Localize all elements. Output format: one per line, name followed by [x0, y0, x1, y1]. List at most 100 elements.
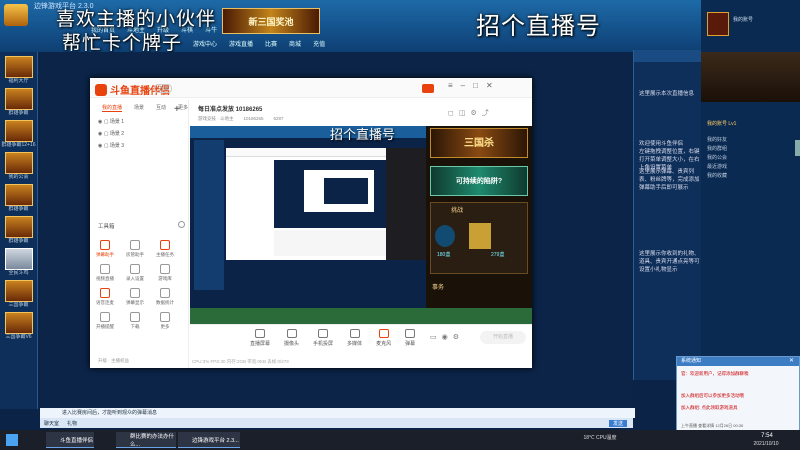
settings-icon[interactable]: ⚙ [470, 110, 481, 117]
tool-button[interactable]: 主播任务 [152, 238, 178, 260]
tool-button[interactable]: 录入设置 [122, 262, 148, 284]
camera-icon[interactable]: ▭ [430, 334, 442, 341]
gift-tab[interactable]: 礼物 [67, 420, 77, 427]
secondary-nav[interactable]: 游戏中心 游戏直播 比赛 商城 充值 [190, 38, 328, 49]
secondary-nav-item[interactable]: 游戏中心 [190, 38, 220, 49]
chat-bar[interactable]: 聊天室 礼物 发送 [40, 418, 633, 428]
tool-label: 主播任务 [156, 252, 174, 257]
app-tab[interactable]: 互动 [156, 104, 166, 112]
close-icon[interactable]: ✕ [486, 81, 501, 90]
promo-art[interactable] [701, 52, 800, 102]
cart-icon[interactable]: ◫ [459, 110, 471, 117]
account-menu-item[interactable]: 我的好友 [707, 136, 727, 145]
tool-icon [100, 288, 110, 298]
left-game-item[interactable]: 三国争霸V6 [0, 312, 37, 340]
overlay-caption-1: 喜欢主播的小伙伴 [56, 9, 217, 30]
room-actions[interactable]: ◻◫⚙⤴ [448, 108, 494, 118]
left-game-item[interactable]: 群雄争霸12+16 [0, 120, 37, 148]
scene-item[interactable]: ◉ ▢ 场景 2 [98, 130, 124, 137]
left-game-label: 群雄争霸 [8, 238, 29, 244]
tool-button[interactable]: 下载 [122, 310, 148, 332]
tool-label: 语音连麦 [96, 300, 114, 305]
gift-icon[interactable]: ◻ [448, 110, 459, 117]
stream-preview[interactable]: 招个直播号 三国杀 可持续的陷阱? 挑战 180盏 279盏 事务 [190, 126, 532, 324]
left-game-item[interactable]: 福利大厅 [0, 56, 37, 84]
source-button[interactable]: 摄像头 [284, 329, 299, 347]
record-icon[interactable]: ◉ [442, 334, 453, 341]
account-menu-item[interactable]: 我的收藏 [707, 172, 727, 181]
chat-tab[interactable]: 聊天室 [44, 420, 59, 427]
game-icon [5, 120, 33, 142]
tool-button[interactable]: 房管助手 [122, 238, 148, 260]
secondary-nav-item[interactable]: 比赛 [262, 38, 280, 49]
source-label: 麦克风 [376, 341, 392, 347]
notice-line-3[interactable]: 加入群组: 点此领取游戏道具 [681, 405, 797, 411]
clock-date: 2021/10/10 [753, 441, 779, 447]
avatar[interactable] [707, 12, 729, 36]
secondary-nav-item[interactable]: 充值 [310, 38, 328, 49]
app-tab[interactable]: 场景 [134, 104, 144, 112]
minimize-icon[interactable]: – [461, 81, 473, 90]
left-game-label: 群雄争霸 [8, 110, 29, 116]
game-icon [5, 88, 33, 110]
start-stream-button[interactable]: 开始直播 [480, 331, 526, 344]
maximize-icon[interactable]: □ [473, 81, 486, 90]
tool-button[interactable]: 视频直播 [92, 262, 118, 284]
source-button[interactable]: 手机投屏 [313, 329, 333, 347]
scrollbar[interactable] [795, 140, 800, 156]
room-meta-item: 6297 [273, 116, 284, 121]
left-game-item[interactable]: 群雄争霸 [0, 184, 37, 212]
tool-button[interactable]: 弹幕显示 [122, 286, 148, 308]
left-game-item[interactable]: 全民斗鸡 [0, 248, 37, 276]
scene-item[interactable]: ◉ ▢ 场景 3 [98, 142, 124, 149]
game-icon [5, 216, 33, 238]
taskbar-item-streaming[interactable]: 斗鱼直播伴侣 [46, 432, 94, 448]
source-extra-icons[interactable]: ▭◉⚙ [430, 333, 464, 341]
share-icon[interactable]: ⤴ [482, 110, 494, 117]
taskbar-item-browser[interactable]: 群比赛的办法办什么... [116, 432, 176, 448]
streaming-app-window[interactable]: 斗鱼直播伴侣 主播 ≡–□✕ 我的直播 场景 互动 更多 + 工具箱 弹幕助手 房管助手… [90, 78, 532, 368]
promo-banner[interactable]: 新三国奖池 [222, 8, 320, 34]
source-toolbar: 直播屏幕 摄像头 手机投屏 多媒体 麦克风 弹幕 ▭◉⚙ 开始直播 CPU:3% FPS:… [190, 324, 532, 368]
left-game-item[interactable]: 我的公会 [0, 152, 37, 180]
secondary-nav-item[interactable]: 商城 [286, 38, 304, 49]
battle-label: 挑战 [451, 208, 464, 214]
notice-close-icon[interactable]: ✕ [789, 357, 794, 364]
notice-line-2[interactable]: 加入群组后可以参加更多活动哦 [681, 393, 797, 399]
tool-button[interactable]: 数据统计 [152, 286, 178, 308]
account-menu-item[interactable]: 我的公会 [707, 154, 727, 163]
user-chip[interactable]: 主播 [154, 84, 173, 93]
send-button[interactable]: 发送 [608, 419, 627, 427]
source-button[interactable]: 多媒体 [347, 329, 362, 347]
tool-button[interactable]: 语音连麦 [92, 286, 118, 308]
left-game-item[interactable]: 三国争霸 [0, 280, 37, 308]
toolbox-settings-icon[interactable] [178, 221, 185, 228]
nested-preview [274, 160, 386, 228]
tool-button[interactable]: 弹幕助手 [92, 238, 118, 260]
source-button[interactable]: 直播屏幕 [250, 329, 270, 347]
app-tab[interactable]: 我的直播 [102, 104, 123, 112]
tool-button[interactable]: 开播提醒 [92, 310, 118, 332]
tool-button[interactable]: 游戏库 [152, 262, 178, 284]
avatar[interactable] [422, 84, 434, 93]
system-notice[interactable]: 系统通知 ✕ 官：欢迎新用户，记得添加群聊噢 加入群组后可以参加更多活动哦 加入… [676, 356, 800, 432]
taskbar-item-platform[interactable]: 边锋游戏平台 2.3... [178, 432, 240, 448]
windows-start-icon[interactable] [6, 434, 18, 446]
gear-icon[interactable]: ⚙ [453, 334, 464, 341]
account-menu-item[interactable]: 我的群组 [707, 145, 727, 154]
tool-label: 开播提醒 [96, 324, 114, 329]
left-game-item[interactable]: 群雄争霸 [0, 88, 37, 116]
secondary-nav-item[interactable]: 游戏直播 [226, 38, 256, 49]
game-label2: 事务 [432, 285, 445, 291]
add-scene-icon[interactable]: + [174, 104, 180, 115]
menu-icon[interactable]: ≡ [448, 81, 461, 90]
scene-item[interactable]: ◉ ▢ 场景 1 [98, 118, 124, 125]
source-button[interactable]: 麦克风 [376, 329, 391, 347]
room-meta: 游戏竞技 · 斗地主 10186265 6297 [198, 116, 284, 122]
source-button[interactable]: 弹幕 [405, 329, 415, 347]
left-game-label: 三国争霸 [8, 302, 29, 308]
account-menu-item[interactable]: 最近游戏 [707, 163, 727, 172]
left-game-item[interactable]: 群雄争霸 [0, 216, 37, 244]
window-controls[interactable]: ≡–□✕ [448, 81, 501, 90]
tool-button[interactable]: 更多 [152, 310, 178, 332]
